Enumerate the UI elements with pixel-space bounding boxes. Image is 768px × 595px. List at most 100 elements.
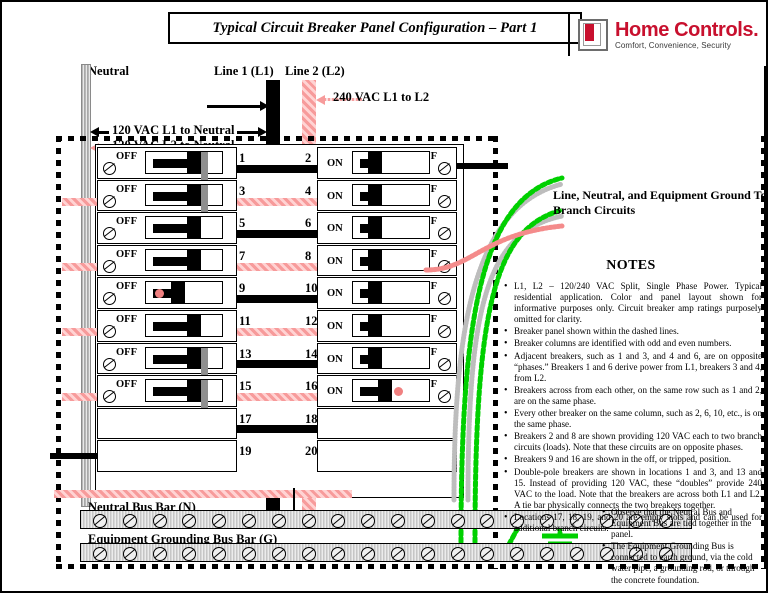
- breaker-13-off-label: OFF: [116, 346, 137, 358]
- ground-bus-screw[interactable]: [480, 547, 495, 561]
- slot-number-11: 11: [239, 314, 251, 328]
- slot-number-16: 16: [305, 379, 318, 394]
- slot-number-13: 13: [239, 346, 252, 361]
- logo-tagline: Comfort, Convenience, Security: [615, 41, 731, 50]
- ground-bus-screw[interactable]: [242, 547, 256, 561]
- neutral-bus-screw[interactable]: [152, 514, 167, 528]
- neutral-bus-screw[interactable]: [182, 514, 197, 528]
- ground-bus-screw[interactable]: [510, 547, 525, 561]
- neutral-bus-screw[interactable]: [450, 514, 465, 528]
- note-item: The Equipment Grounding Bus is connected…: [602, 541, 762, 585]
- neutral-bus-screw[interactable]: [301, 514, 316, 528]
- neutral-bus-screw[interactable]: [93, 514, 107, 528]
- breaker-1-toggle-handle[interactable]: [187, 152, 201, 173]
- breaker-7-terminal-screw[interactable]: [103, 259, 116, 273]
- neutral-bus-screw[interactable]: [271, 514, 286, 528]
- note-item: Breakers across from each other, on the …: [504, 385, 762, 407]
- breaker-3-terminal-screw[interactable]: [103, 194, 116, 208]
- note-item: Breakers 2 and 8 are shown providing 120…: [504, 431, 762, 453]
- slot-number-19: 19: [239, 444, 252, 459]
- breaker-18[interactable]: [317, 407, 457, 440]
- breaker-13-terminal-screw[interactable]: [103, 357, 116, 371]
- ground-bus-screw[interactable]: [93, 547, 107, 561]
- slot-number-9: 9: [239, 281, 246, 296]
- breaker-14-terminal-screw[interactable]: [438, 357, 451, 371]
- breaker-19[interactable]: [97, 440, 237, 472]
- neutral-bus-screw[interactable]: [212, 514, 227, 528]
- panel-boundary-top: [56, 136, 498, 141]
- breaker-3-toggle-handle[interactable]: [187, 184, 201, 206]
- breaker-12-terminal-screw[interactable]: [438, 325, 451, 338]
- ground-bus-screw[interactable]: [450, 547, 465, 561]
- diagram-page: Typical Circuit Breaker Panel Configurat…: [0, 0, 768, 593]
- note-item: Observe that the Neutral Bus and Equipme…: [602, 507, 762, 540]
- ground-bus-screw[interactable]: [212, 547, 227, 561]
- breaker-13-toggle-handle[interactable]: [187, 347, 201, 369]
- slot-number-6: 6: [305, 216, 312, 231]
- breaker-11-terminal-screw[interactable]: [103, 325, 116, 338]
- neutral-bus-screw[interactable]: [420, 514, 435, 528]
- slot-number-1: 1: [239, 151, 246, 165]
- breaker-11-off-label: OFF: [116, 314, 137, 325]
- neutral-bus-screw[interactable]: [242, 514, 256, 528]
- label-line2: Line 2 (L2): [285, 64, 345, 78]
- note-item: Breakers 9 and 16 are shown in the off, …: [504, 454, 762, 465]
- breaker-15-toggle-handle[interactable]: [187, 380, 201, 401]
- ground-bus-screw[interactable]: [182, 547, 197, 561]
- notes-section: NOTES L1, L2 – 120/240 VAC Split, Single…: [500, 258, 762, 535]
- breaker-17[interactable]: [97, 407, 237, 440]
- ground-bus-screw[interactable]: [331, 547, 346, 561]
- breaker-12-toggle-handle[interactable]: [368, 315, 382, 336]
- breaker-11-toggle-handle[interactable]: [187, 315, 201, 336]
- l1-feed-arrow-line: [207, 105, 262, 108]
- breaker-20[interactable]: [317, 440, 457, 472]
- breaker-9-off-label: OFF: [116, 281, 137, 293]
- home-controls-logo-icon: [578, 19, 608, 51]
- slot-number-4: 4: [305, 183, 312, 198]
- ground-bus-screw[interactable]: [301, 547, 316, 561]
- breaker-2-terminal-screw[interactable]: [438, 162, 451, 175]
- sub-notes-list: Observe that the Neutral Bus and Equipme…: [599, 507, 762, 586]
- breaker-16-on-label: ON: [327, 386, 343, 398]
- notes-divider: [764, 66, 766, 566]
- breaker-7-toggle-handle[interactable]: [187, 249, 201, 271]
- breaker-14-toggle-handle[interactable]: [368, 347, 382, 369]
- ground-bus-screw[interactable]: [122, 547, 137, 561]
- label-line1: Line 1 (L1): [214, 64, 274, 78]
- neutral-bus-screw[interactable]: [122, 514, 137, 528]
- breaker-1-off-label: OFF: [116, 151, 137, 162]
- panel-boundary-left: [56, 136, 61, 569]
- breaker-4-terminal-screw[interactable]: [438, 194, 451, 208]
- breaker-6-toggle-handle[interactable]: [368, 217, 382, 238]
- note-item: Adjacent breakers, such as 1 and 3, and …: [504, 351, 762, 384]
- breaker-14-on-label: ON: [327, 353, 343, 365]
- breaker-8-toggle-handle[interactable]: [368, 249, 382, 271]
- breaker-9-toggle-handle[interactable]: [171, 282, 185, 303]
- breaker-1-terminal-screw[interactable]: [103, 162, 116, 175]
- breaker-5-off-label: OFF: [116, 216, 137, 228]
- ground-bus-screw[interactable]: [420, 547, 435, 561]
- neutral-bus-screw[interactable]: [361, 514, 376, 528]
- breaker-4-toggle-handle[interactable]: [368, 184, 382, 206]
- breaker-2-toggle-handle[interactable]: [368, 152, 382, 173]
- neutral-bus-screw[interactable]: [391, 514, 405, 528]
- neutral-bus-screw[interactable]: [480, 514, 495, 528]
- breaker-4-on-label: ON: [327, 190, 343, 202]
- label-240vac: 240 VAC L1 to L2: [333, 90, 430, 104]
- breaker-16-toggle-handle[interactable]: [378, 380, 392, 401]
- ground-bus-screw[interactable]: [569, 547, 584, 561]
- slot-number-18: 18: [305, 411, 318, 426]
- ground-bus-screw[interactable]: [152, 547, 167, 561]
- breaker-10-toggle-handle[interactable]: [368, 282, 382, 303]
- breaker-8-terminal-screw[interactable]: [438, 259, 451, 273]
- ground-bus-screw[interactable]: [391, 547, 405, 561]
- breaker-5-toggle-handle[interactable]: [187, 217, 201, 238]
- ground-bus-screw[interactable]: [271, 547, 286, 561]
- slot-number-8: 8: [305, 248, 312, 263]
- ground-bus-screw[interactable]: [540, 547, 554, 561]
- logo-name-dot: .: [753, 19, 759, 41]
- ground-bus-screw[interactable]: [361, 547, 376, 561]
- sub-notes-section: Observe that the Neutral Bus and Equipme…: [599, 507, 762, 587]
- breaker-12-on-label: ON: [327, 321, 343, 332]
- neutral-bus-screw[interactable]: [331, 514, 346, 528]
